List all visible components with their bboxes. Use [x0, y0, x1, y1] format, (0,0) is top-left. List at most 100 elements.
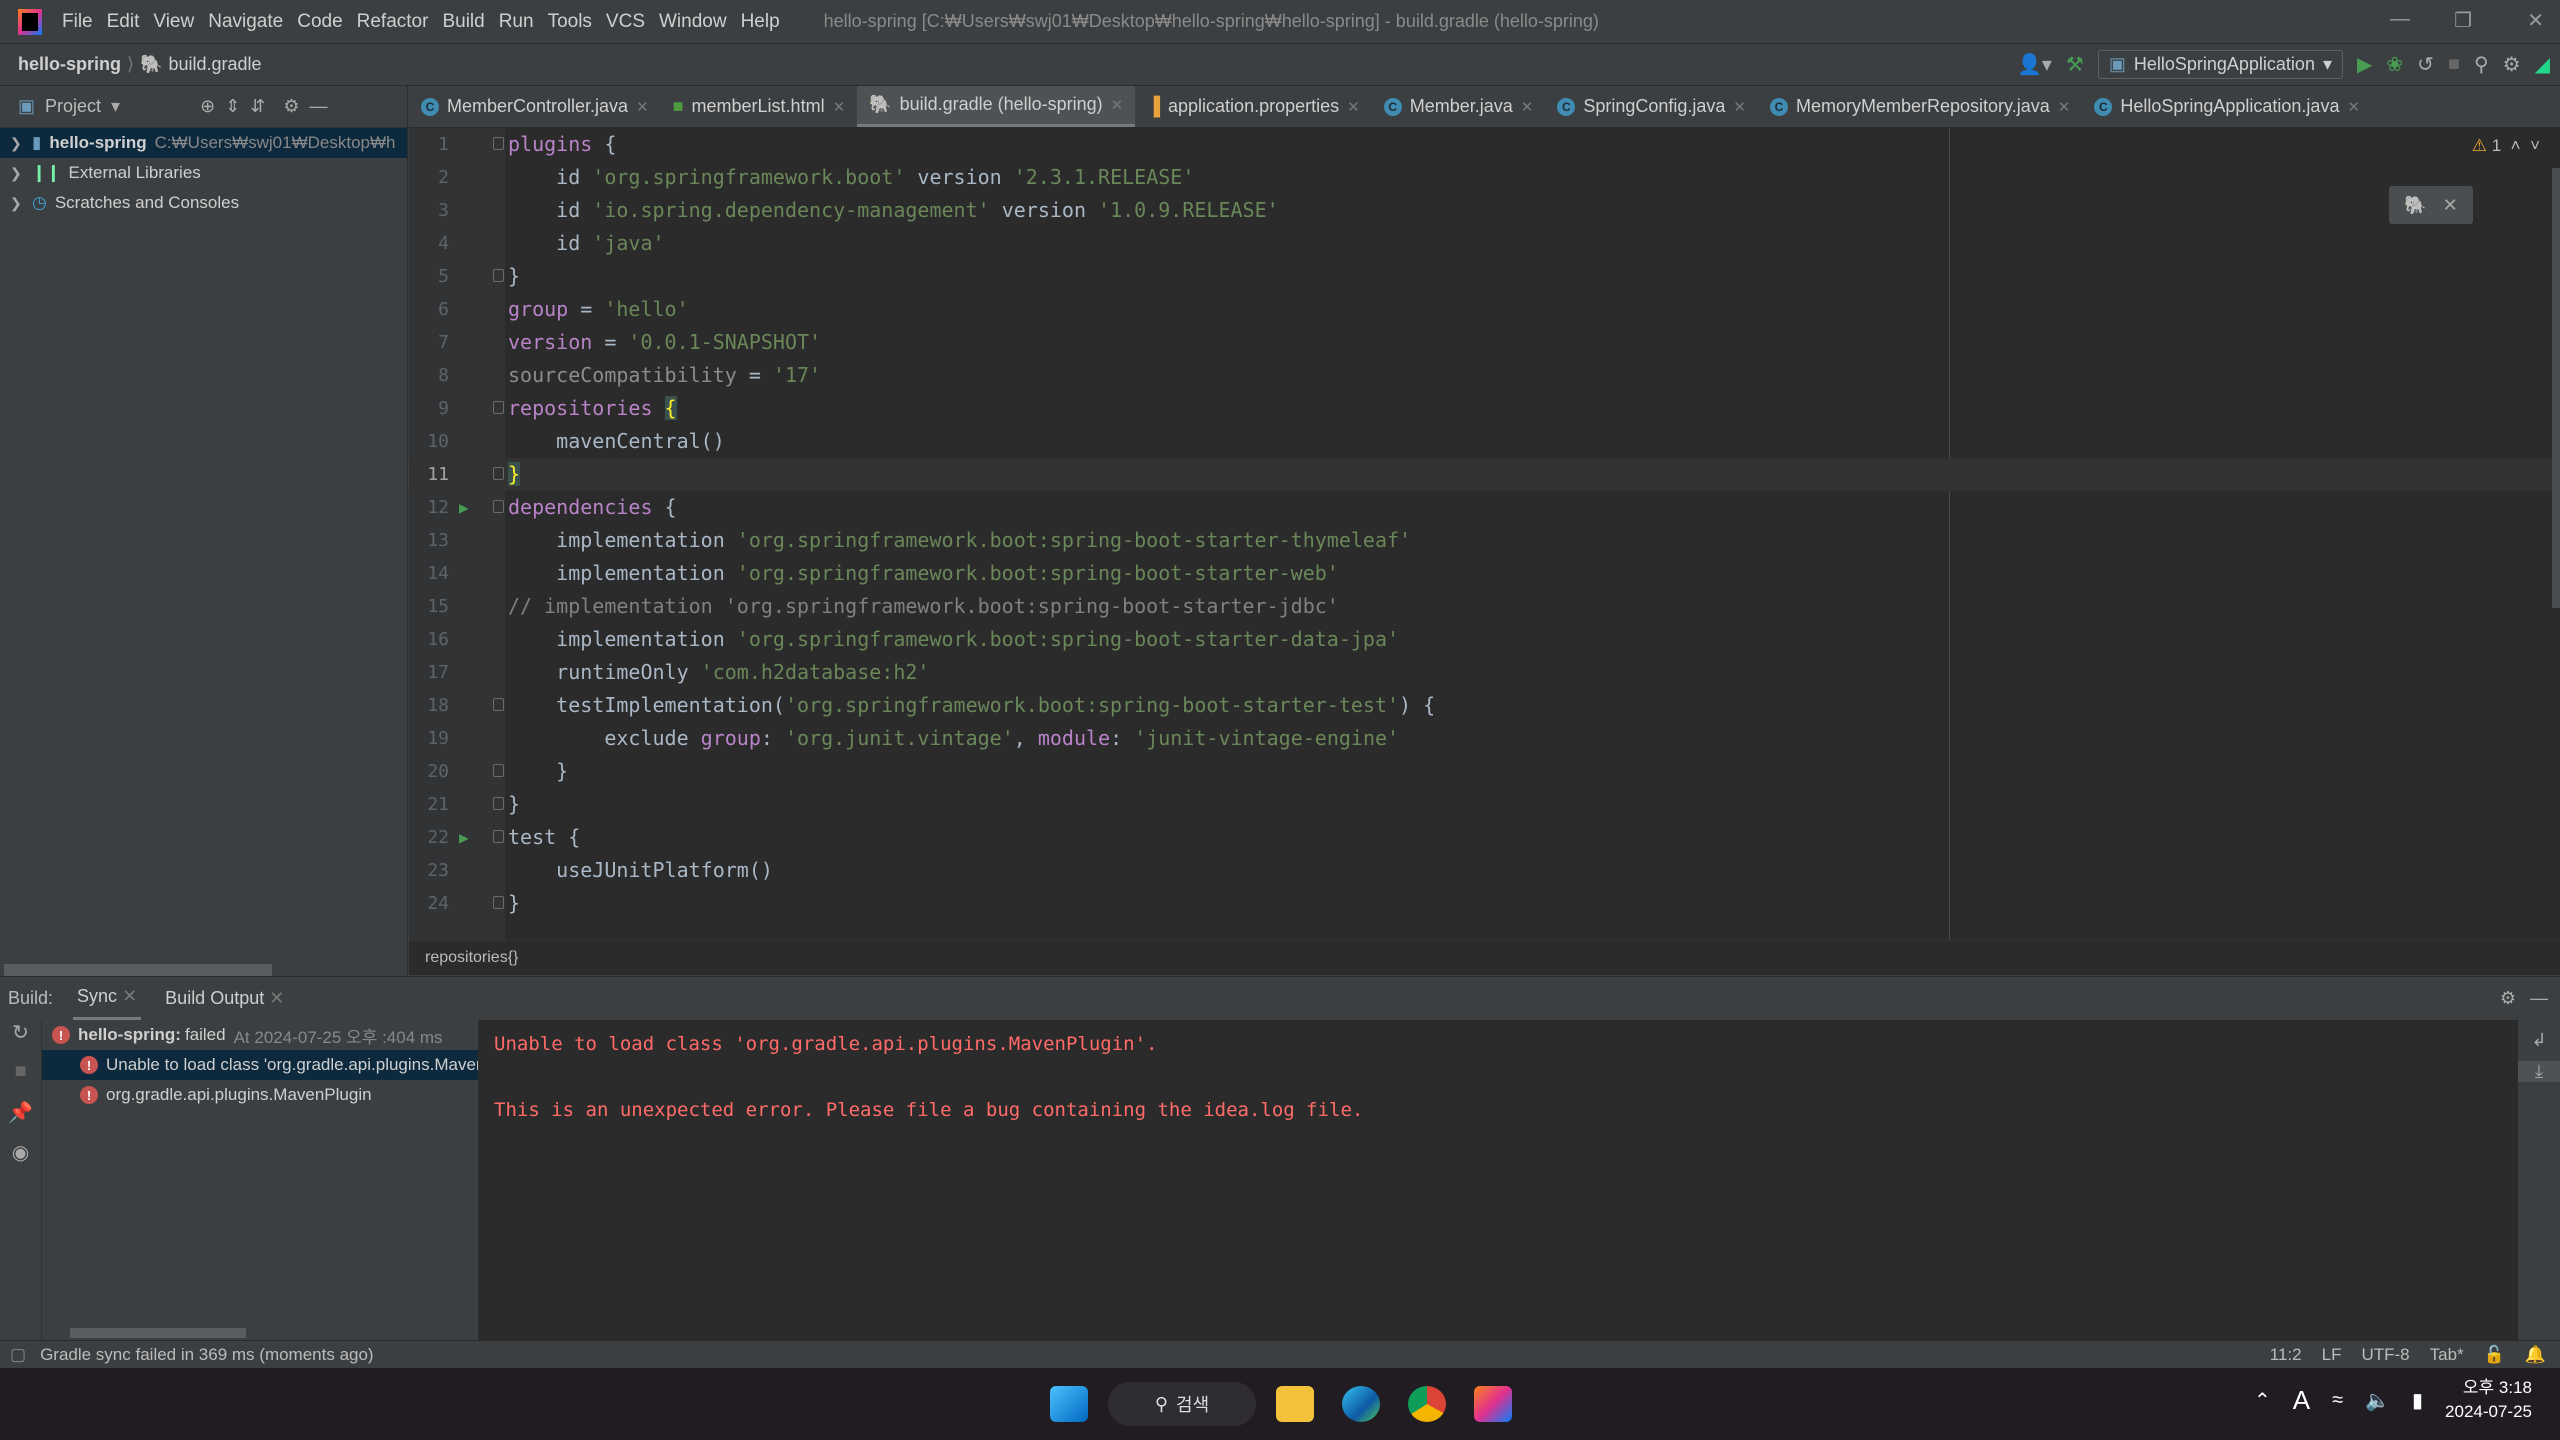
volume-icon[interactable]: 🔈: [2365, 1388, 2390, 1413]
fold-icon[interactable]: [493, 137, 504, 150]
gradle-reload-icon[interactable]: 🐘: [2404, 195, 2426, 216]
menu-navigate[interactable]: Navigate: [208, 11, 283, 33]
tree-item-scratches[interactable]: ❯ ◷ Scratches and Consoles: [0, 188, 407, 218]
tree-item-external-libraries[interactable]: ❯ ❙❙ External Libraries: [0, 158, 407, 188]
notifications-icon[interactable]: 🔔: [2525, 1345, 2546, 1365]
user-icon[interactable]: 👤▾: [2017, 52, 2052, 77]
tab-member-java[interactable]: C Member.java ✕: [1372, 86, 1546, 127]
status-message[interactable]: Gradle sync failed in 369 ms (moments ag…: [40, 1345, 374, 1365]
intellij-logo-icon[interactable]: [18, 8, 42, 35]
menu-window[interactable]: Window: [659, 11, 727, 33]
fold-icon[interactable]: [493, 764, 504, 777]
close-icon[interactable]: ✕: [2058, 98, 2071, 116]
tab-springconfig-java[interactable]: C SpringConfig.java ✕: [1545, 86, 1758, 127]
hide-icon[interactable]: —: [2530, 988, 2548, 1009]
tab-membercontroller-java[interactable]: C MemberController.java ✕: [409, 86, 661, 127]
tab-memberlist-html[interactable]: ■ memberList.html ✕: [661, 86, 857, 127]
chevron-down-icon[interactable]: ˅: [2530, 136, 2540, 155]
file-encoding[interactable]: UTF-8: [2361, 1345, 2409, 1365]
indent-setting[interactable]: Tab*: [2430, 1345, 2464, 1365]
code-with-me-icon[interactable]: ◢: [2535, 52, 2550, 77]
project-horizontal-scrollbar[interactable]: [4, 964, 272, 976]
fold-icon[interactable]: [493, 269, 504, 282]
chrome-icon[interactable]: [1408, 1386, 1446, 1422]
scroll-to-end-icon[interactable]: ⤓: [2518, 1061, 2560, 1082]
stop-icon[interactable]: ■: [2448, 53, 2460, 76]
code-editor[interactable]: 1 plugins {2 id 'org.springframework.boot…: [409, 128, 2560, 940]
chevron-up-icon[interactable]: ⌃: [2254, 1388, 2271, 1413]
file-explorer-icon[interactable]: [1276, 1386, 1314, 1422]
close-icon[interactable]: ✕: [269, 988, 284, 1008]
caret-position[interactable]: 11:2: [2270, 1345, 2302, 1365]
breadcrumb-item[interactable]: repositories{}: [425, 949, 518, 967]
menu-file[interactable]: File: [62, 11, 93, 33]
close-icon[interactable]: ✕: [636, 98, 649, 116]
menu-help[interactable]: Help: [741, 11, 780, 33]
editor-vertical-scrollbar[interactable]: [2552, 168, 2560, 608]
resync-icon[interactable]: ↻: [0, 1020, 41, 1060]
stop-icon[interactable]: ■: [0, 1060, 41, 1100]
soft-wrap-icon[interactable]: ↲: [2518, 1030, 2560, 1051]
menu-vcs[interactable]: VCS: [606, 11, 645, 33]
wifi-icon[interactable]: ≈: [2332, 1389, 2343, 1412]
tab-application-properties[interactable]: ▐ application.properties ✕: [1135, 86, 1371, 127]
chevron-right-icon[interactable]: ❯: [10, 135, 24, 152]
build-tree-root[interactable]: ! hello-spring: failed At 2024-07-25 오후 …: [42, 1020, 478, 1050]
menu-refactor[interactable]: Refactor: [357, 11, 429, 33]
chevron-right-icon[interactable]: ❯: [10, 195, 24, 212]
tree-item-hello-spring[interactable]: ❯ ▮ hello-spring C:₩Users₩swj01₩Desktop₩…: [0, 128, 407, 158]
fold-icon[interactable]: [493, 500, 504, 513]
expand-all-icon[interactable]: ⇕: [225, 96, 240, 117]
tree-horizontal-scrollbar[interactable]: [70, 1328, 246, 1338]
close-icon[interactable]: ✕: [1111, 96, 1124, 114]
tab-hellospringapplication-java[interactable]: C HelloSpringApplication.java ✕: [2082, 86, 2372, 127]
breadcrumb-project[interactable]: hello-spring: [18, 54, 121, 75]
menu-tools[interactable]: Tools: [548, 11, 592, 33]
edge-icon[interactable]: [1342, 1386, 1380, 1422]
close-icon[interactable]: ✕: [1347, 98, 1360, 116]
close-icon[interactable]: ✕: [833, 98, 846, 116]
build-tree-item[interactable]: ! Unable to load class 'org.gradle.api.p…: [42, 1050, 478, 1080]
fold-icon[interactable]: [493, 401, 504, 414]
debug-icon[interactable]: ❀: [2386, 52, 2403, 77]
close-icon[interactable]: ✕: [122, 986, 137, 1006]
menu-view[interactable]: View: [153, 11, 194, 33]
menu-code[interactable]: Code: [297, 11, 342, 33]
tab-build-output[interactable]: Build Output ✕: [161, 978, 288, 1019]
line-separator[interactable]: LF: [2322, 1345, 2342, 1365]
fold-icon[interactable]: [493, 467, 504, 480]
gear-icon[interactable]: ⚙: [283, 96, 299, 117]
hide-icon[interactable]: —: [310, 96, 328, 117]
chevron-up-icon[interactable]: ˄: [2511, 136, 2521, 155]
fold-icon[interactable]: [493, 896, 504, 909]
lock-icon[interactable]: 🔓: [2484, 1345, 2505, 1365]
close-icon[interactable]: ✕: [1521, 98, 1534, 116]
close-icon[interactable]: ✕: [2443, 195, 2458, 216]
close-icon[interactable]: ✕: [1733, 98, 1746, 116]
intellij-taskbar-icon[interactable]: [1474, 1386, 1512, 1422]
coverage-icon[interactable]: ↺: [2417, 52, 2434, 77]
minimize-button[interactable]: —: [2390, 8, 2410, 31]
menu-edit[interactable]: Edit: [107, 11, 140, 33]
inspection-widget[interactable]: ⚠ 1 ˄ ˅: [2472, 136, 2540, 156]
build-output-console[interactable]: Unable to load class 'org.gradle.api.plu…: [478, 1020, 2518, 1340]
ime-indicator[interactable]: A: [2293, 1385, 2310, 1416]
start-icon[interactable]: [1050, 1386, 1088, 1422]
run-icon[interactable]: ▶: [2357, 52, 2372, 77]
chevron-right-icon[interactable]: ❯: [10, 165, 24, 182]
chevron-down-icon[interactable]: ▾: [111, 96, 120, 117]
locate-icon[interactable]: ⊕: [200, 96, 215, 117]
close-icon[interactable]: ✕: [2347, 98, 2360, 116]
build-hammer-icon[interactable]: ⚒: [2066, 52, 2084, 77]
gear-icon[interactable]: ⚙: [2503, 52, 2521, 77]
breadcrumb-file[interactable]: build.gradle: [168, 54, 261, 75]
fold-icon[interactable]: [493, 830, 504, 843]
close-window-button[interactable]: ✕: [2527, 8, 2544, 33]
tab-memorymemberrepository-java[interactable]: C MemoryMemberRepository.java ✕: [1758, 86, 2082, 127]
run-config-dropdown[interactable]: ▣ HelloSpringApplication ▾: [2097, 50, 2343, 79]
build-tree-item[interactable]: ! org.gradle.api.plugins.MavenPlugin: [42, 1080, 478, 1110]
search-icon[interactable]: ⚲: [2474, 52, 2489, 77]
tab-build-gradle-hello-spring-[interactable]: 🐘 build.gradle (hello-spring) ✕: [857, 86, 1136, 127]
restore-button[interactable]: ❐: [2454, 8, 2472, 33]
battery-icon[interactable]: ▮: [2412, 1388, 2423, 1413]
